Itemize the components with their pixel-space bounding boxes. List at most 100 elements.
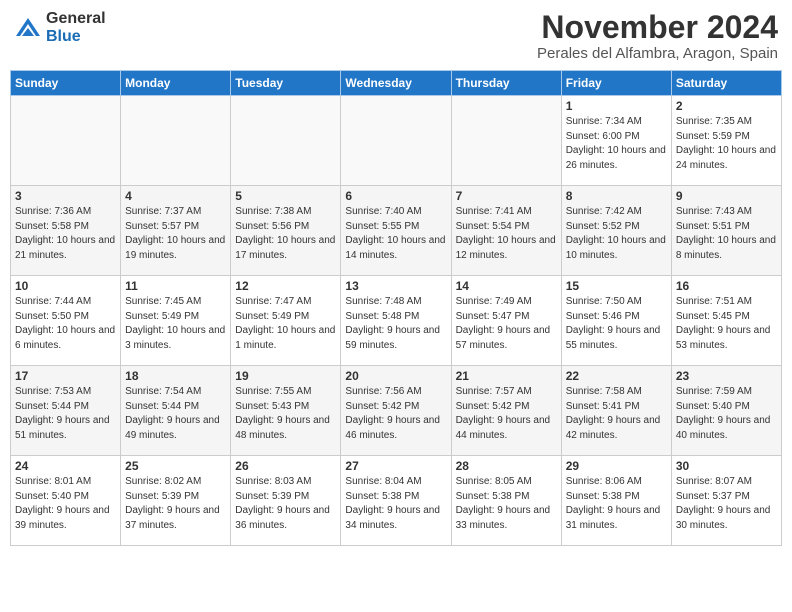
day-number: 5 — [235, 189, 336, 203]
week-row-4: 17 Sunrise: 7:53 AM Sunset: 5:44 PM Dayli… — [11, 366, 782, 456]
calendar-header: SundayMondayTuesdayWednesdayThursdayFrid… — [11, 71, 782, 96]
day-number: 24 — [15, 459, 116, 473]
header-day-wednesday: Wednesday — [341, 71, 451, 96]
calendar-cell — [231, 96, 341, 186]
calendar-cell: 6 Sunrise: 7:40 AM Sunset: 5:55 PM Daylig… — [341, 186, 451, 276]
day-info: Sunrise: 8:05 AM Sunset: 5:38 PM Dayligh… — [456, 475, 557, 533]
day-info: Sunrise: 7:47 AM Sunset: 5:49 PM Dayligh… — [235, 295, 336, 353]
title-block: November 2024 Perales del Alfambra, Arag… — [537, 10, 778, 62]
header-row: SundayMondayTuesdayWednesdayThursdayFrid… — [11, 71, 782, 96]
week-row-5: 24Sunrise: 8:01 AM Sunset: 5:40 PM Dayli… — [11, 456, 782, 546]
day-info: Sunrise: 7:40 AM Sunset: 5:55 PM Dayligh… — [345, 205, 446, 263]
day-number: 29 — [566, 459, 667, 473]
calendar-cell: 11Sunrise: 7:45 AM Sunset: 5:49 PM Dayli… — [121, 276, 231, 366]
location-text: Perales del Alfambra, Aragon, Spain — [537, 45, 778, 62]
day-info: Sunrise: 7:59 AM Sunset: 5:40 PM Dayligh… — [676, 385, 777, 443]
day-number: 4 — [125, 189, 226, 203]
day-number: 30 — [676, 459, 777, 473]
calendar-cell: 23Sunrise: 7:59 AM Sunset: 5:40 PM Dayli… — [671, 366, 781, 456]
day-info: Sunrise: 7:41 AM Sunset: 5:54 PM Dayligh… — [456, 205, 557, 263]
calendar-cell: 14 Sunrise: 7:49 AM Sunset: 5:47 PM Dayli… — [451, 276, 561, 366]
day-info: Sunrise: 8:02 AM Sunset: 5:39 PM Dayligh… — [125, 475, 226, 533]
logo-icon — [14, 14, 42, 42]
header-day-saturday: Saturday — [671, 71, 781, 96]
day-info: Sunrise: 8:04 AM Sunset: 5:38 PM Dayligh… — [345, 475, 446, 533]
calendar-cell: 9 Sunrise: 7:43 AM Sunset: 5:51 PM Daylig… — [671, 186, 781, 276]
logo: General Blue — [14, 10, 106, 45]
day-info: Sunrise: 7:35 AM Sunset: 5:59 PM Dayligh… — [676, 115, 777, 173]
day-info: Sunrise: 7:51 AM Sunset: 5:45 PM Dayligh… — [676, 295, 777, 353]
calendar-cell: 13 Sunrise: 7:48 AM Sunset: 5:48 PM Dayli… — [341, 276, 451, 366]
calendar-cell: 3Sunrise: 7:36 AM Sunset: 5:58 PM Daylig… — [11, 186, 121, 276]
day-info: Sunrise: 7:45 AM Sunset: 5:49 PM Dayligh… — [125, 295, 226, 353]
day-number: 14 — [456, 279, 557, 293]
calendar-cell: 10Sunrise: 7:44 AM Sunset: 5:50 PM Dayli… — [11, 276, 121, 366]
header-day-tuesday: Tuesday — [231, 71, 341, 96]
header-day-monday: Monday — [121, 71, 231, 96]
calendar-table: SundayMondayTuesdayWednesdayThursdayFrid… — [10, 70, 782, 546]
calendar-cell: 4 Sunrise: 7:37 AM Sunset: 5:57 PM Daylig… — [121, 186, 231, 276]
calendar-cell: 25 Sunrise: 8:02 AM Sunset: 5:39 PM Dayli… — [121, 456, 231, 546]
calendar-cell: 22 Sunrise: 7:58 AM Sunset: 5:41 PM Dayli… — [561, 366, 671, 456]
calendar-cell: 20 Sunrise: 7:56 AM Sunset: 5:42 PM Dayli… — [341, 366, 451, 456]
day-info: Sunrise: 7:53 AM Sunset: 5:44 PM Dayligh… — [15, 385, 116, 443]
day-number: 6 — [345, 189, 446, 203]
day-info: Sunrise: 7:49 AM Sunset: 5:47 PM Dayligh… — [456, 295, 557, 353]
page-header: General Blue November 2024 Perales del A… — [10, 10, 782, 62]
day-number: 3 — [15, 189, 116, 203]
day-info: Sunrise: 7:50 AM Sunset: 5:46 PM Dayligh… — [566, 295, 667, 353]
calendar-cell: 12 Sunrise: 7:47 AM Sunset: 5:49 PM Dayli… — [231, 276, 341, 366]
calendar-cell: 5 Sunrise: 7:38 AM Sunset: 5:56 PM Daylig… — [231, 186, 341, 276]
calendar-cell: 2Sunrise: 7:35 AM Sunset: 5:59 PM Daylig… — [671, 96, 781, 186]
day-number: 22 — [566, 369, 667, 383]
day-number: 19 — [235, 369, 336, 383]
calendar-cell — [451, 96, 561, 186]
day-number: 18 — [125, 369, 226, 383]
calendar-cell — [121, 96, 231, 186]
day-number: 20 — [345, 369, 446, 383]
calendar-cell: 8Sunrise: 7:42 AM Sunset: 5:52 PM Daylig… — [561, 186, 671, 276]
day-info: Sunrise: 7:37 AM Sunset: 5:57 PM Dayligh… — [125, 205, 226, 263]
day-number: 1 — [566, 99, 667, 113]
day-info: Sunrise: 7:56 AM Sunset: 5:42 PM Dayligh… — [345, 385, 446, 443]
day-number: 8 — [566, 189, 667, 203]
logo-blue-text: Blue — [46, 28, 106, 46]
day-number: 9 — [676, 189, 777, 203]
logo-general-text: General — [46, 10, 106, 28]
calendar-cell: 24Sunrise: 8:01 AM Sunset: 5:40 PM Dayli… — [11, 456, 121, 546]
day-info: Sunrise: 7:48 AM Sunset: 5:48 PM Dayligh… — [345, 295, 446, 353]
day-number: 25 — [125, 459, 226, 473]
week-row-3: 10Sunrise: 7:44 AM Sunset: 5:50 PM Dayli… — [11, 276, 782, 366]
calendar-cell: 19 Sunrise: 7:55 AM Sunset: 5:43 PM Dayli… — [231, 366, 341, 456]
calendar-cell: 29 Sunrise: 8:06 AM Sunset: 5:38 PM Dayli… — [561, 456, 671, 546]
calendar-cell: 28 Sunrise: 8:05 AM Sunset: 5:38 PM Dayli… — [451, 456, 561, 546]
week-row-1: 1 Sunrise: 7:34 AM Sunset: 6:00 PM Daylig… — [11, 96, 782, 186]
day-info: Sunrise: 7:34 AM Sunset: 6:00 PM Dayligh… — [566, 115, 667, 173]
day-number: 13 — [345, 279, 446, 293]
day-info: Sunrise: 7:43 AM Sunset: 5:51 PM Dayligh… — [676, 205, 777, 263]
day-number: 12 — [235, 279, 336, 293]
day-number: 17 — [15, 369, 116, 383]
day-number: 15 — [566, 279, 667, 293]
day-info: Sunrise: 7:55 AM Sunset: 5:43 PM Dayligh… — [235, 385, 336, 443]
header-day-sunday: Sunday — [11, 71, 121, 96]
day-info: Sunrise: 8:06 AM Sunset: 5:38 PM Dayligh… — [566, 475, 667, 533]
calendar-cell: 7 Sunrise: 7:41 AM Sunset: 5:54 PM Daylig… — [451, 186, 561, 276]
day-info: Sunrise: 8:03 AM Sunset: 5:39 PM Dayligh… — [235, 475, 336, 533]
day-number: 26 — [235, 459, 336, 473]
calendar-cell: 1 Sunrise: 7:34 AM Sunset: 6:00 PM Daylig… — [561, 96, 671, 186]
day-info: Sunrise: 7:58 AM Sunset: 5:41 PM Dayligh… — [566, 385, 667, 443]
day-info: Sunrise: 7:38 AM Sunset: 5:56 PM Dayligh… — [235, 205, 336, 263]
calendar-cell — [341, 96, 451, 186]
day-info: Sunrise: 7:57 AM Sunset: 5:42 PM Dayligh… — [456, 385, 557, 443]
day-number: 16 — [676, 279, 777, 293]
day-number: 28 — [456, 459, 557, 473]
day-number: 7 — [456, 189, 557, 203]
header-day-friday: Friday — [561, 71, 671, 96]
calendar-cell: 17 Sunrise: 7:53 AM Sunset: 5:44 PM Dayli… — [11, 366, 121, 456]
day-number: 21 — [456, 369, 557, 383]
month-title: November 2024 — [537, 10, 778, 45]
calendar-cell: 26 Sunrise: 8:03 AM Sunset: 5:39 PM Dayli… — [231, 456, 341, 546]
calendar-body: 1 Sunrise: 7:34 AM Sunset: 6:00 PM Daylig… — [11, 96, 782, 546]
day-info: Sunrise: 7:44 AM Sunset: 5:50 PM Dayligh… — [15, 295, 116, 353]
